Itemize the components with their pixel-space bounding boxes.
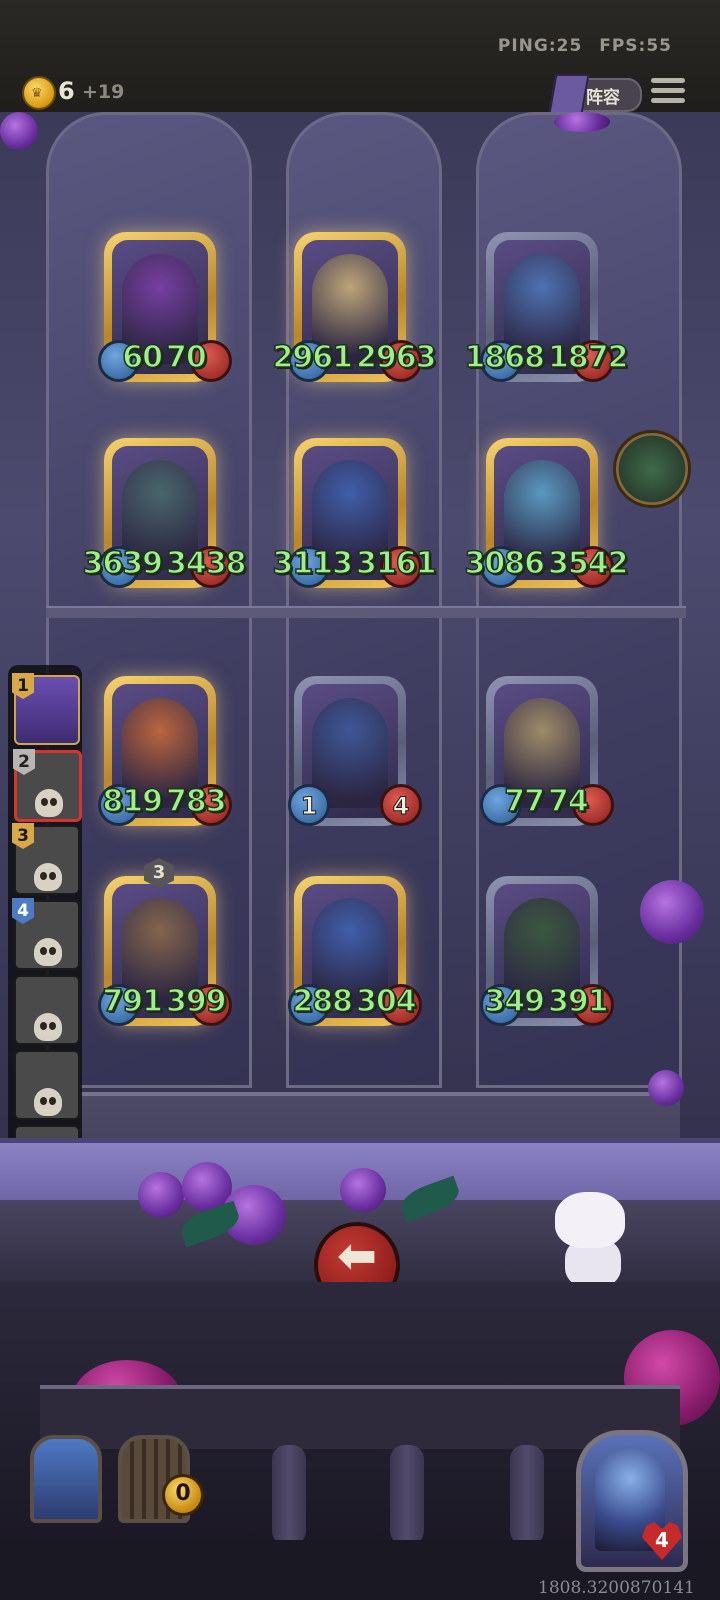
gold-amount: 6 [58,77,75,105]
arrow-left-icon: ⬅ [336,1228,378,1284]
unit-card[interactable]: 77 74 [480,676,614,828]
window-crossbar [46,606,686,618]
unit-health: 304 [355,983,417,1020]
pocket-watch-icon[interactable] [613,430,691,508]
unit-card[interactable]: 14 [288,676,422,828]
player-rank: 1 [12,673,34,699]
unit-attack: 3086 [464,545,546,582]
unit-attack: 349 [484,983,546,1020]
skull-icon [34,1013,62,1041]
rose-decoration [340,1168,386,1212]
unit-health: 1872 [547,339,629,376]
unit-attack: 819 [102,783,164,820]
unit-attack: 3639 [82,545,164,582]
rose-decoration [0,112,38,150]
unit-card[interactable]: 3086 3542 [464,438,629,590]
unit-card[interactable]: 819 783 [98,676,232,828]
unit-health: 391 [547,983,609,1020]
unit-attack: 1 [300,792,318,821]
unit-card[interactable]: 288 304 [288,876,422,1028]
rose-decoration [640,880,704,944]
roster-player-slot[interactable]: 1 [12,673,80,745]
coordinates-readout: 1808.3200870141 [538,1578,695,1598]
balustrade-post [390,1445,424,1545]
book-icon [548,74,590,114]
unit-health: 3438 [165,545,247,582]
unit-card[interactable]: 2961 2963 [272,232,437,384]
skull-icon [35,789,63,817]
unit-health: 4 [392,792,410,821]
fps-label: FPS:55 [599,36,672,56]
rose-decoration [554,112,610,132]
skull-icon [34,938,62,966]
player-rank: 2 [13,749,35,775]
bench-coin-count: 0 [162,1474,204,1516]
roster-player-slot[interactable]: 2 [13,749,82,822]
unit-attack: 2961 [272,339,354,376]
roster-player-slot[interactable]: 3 [12,823,80,895]
unit-health: 3542 [547,545,629,582]
unit-card[interactable]: 1868 1872 [464,232,629,384]
unit-health: 74 [547,783,589,820]
cat-pet[interactable] [545,1192,641,1292]
unit-health: 399 [165,983,227,1020]
unit-attack: 1868 [464,339,546,376]
unit-attack: 60 [122,339,164,376]
attack-badge-icon: 1 [288,784,330,826]
unit-card[interactable]: 3113 3161 [272,438,437,590]
lineup-button[interactable]: 阵容 [548,74,642,114]
gold-coin-icon: ♛ [22,76,56,110]
lineup-label: 阵容 [586,88,620,108]
roster-player-slot[interactable]: 4 [12,898,80,970]
unit-card[interactable]: 3639 3438 [82,438,247,590]
unit-health: 783 [165,783,227,820]
network-stats: PING:25 FPS:55 [498,36,672,56]
skull-icon [34,863,62,891]
player-rank: 4 [12,898,34,924]
unit-health: 2963 [355,339,437,376]
skull-icon [34,1088,62,1116]
unit-card[interactable]: 791 399 3 [98,858,232,1028]
unit-attack: 288 [292,983,354,1020]
bench-unit-card[interactable] [30,1435,102,1523]
unit-health: 70 [165,339,207,376]
unit-health: 3161 [355,545,437,582]
balustrade-post [510,1445,544,1545]
gold-income: +19 [82,81,125,103]
roster-player-slot[interactable] [14,975,80,1045]
rose-decoration [138,1172,184,1218]
hero-portrait-frame[interactable] [576,1430,688,1572]
health-badge-icon: 4 [380,784,422,826]
ping-label: PING:25 [497,36,583,56]
unit-attack: 3113 [272,545,354,582]
top-bar: PING:25 FPS:55 ♛ 6 +19 阵容 [0,0,720,115]
roster-player-slot[interactable] [14,1050,80,1120]
unit-attack: 791 [102,983,164,1020]
player-rank: 3 [12,823,34,849]
rose-decoration [648,1070,684,1106]
menu-icon[interactable] [651,78,685,108]
unit-card[interactable]: 60 70 [98,232,232,384]
unit-card[interactable]: 349 391 [480,876,614,1028]
balustrade-post [272,1445,306,1545]
unit-attack: 77 [504,783,546,820]
